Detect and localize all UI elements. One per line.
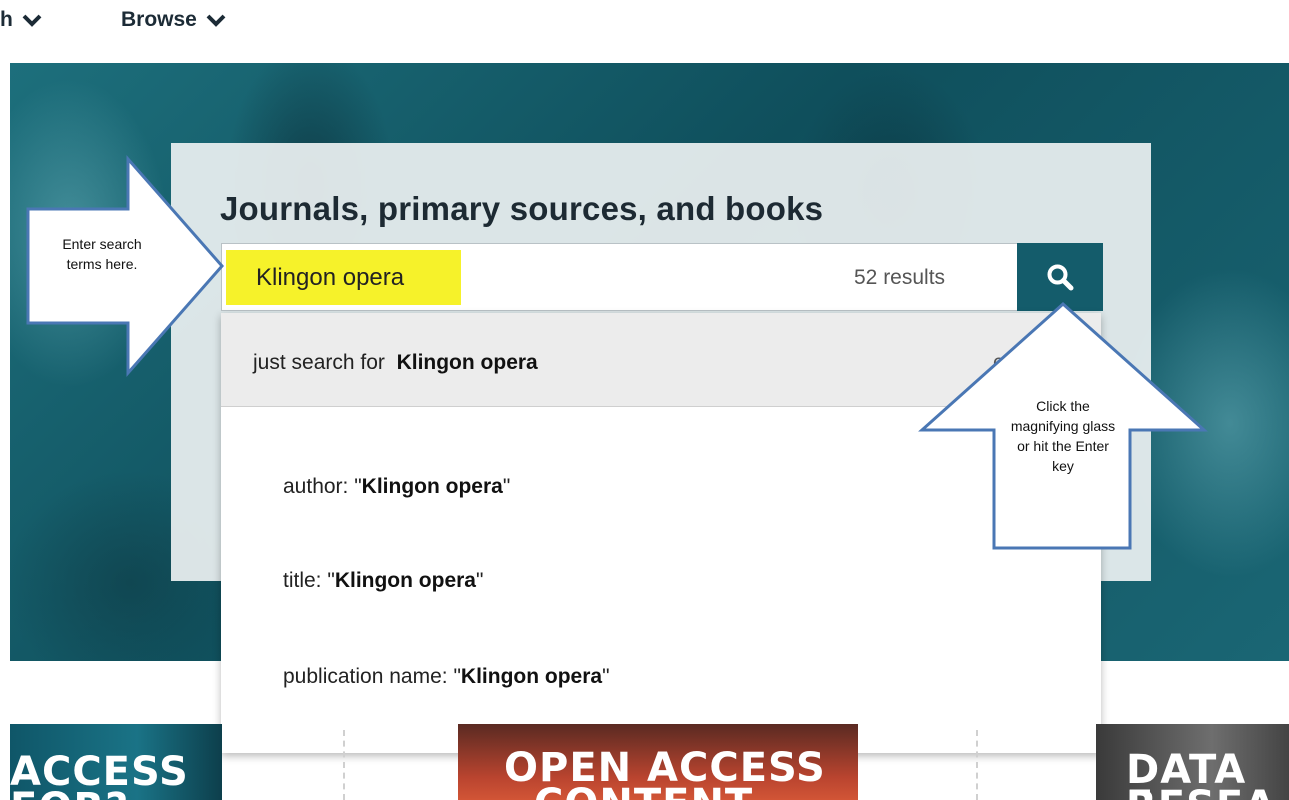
tile-title-line2: CONTENT (534, 784, 753, 800)
callout-click-magnifying-glass: Click the magnifying glass or hit the En… (1010, 398, 1116, 474)
tile-divider (976, 730, 978, 800)
promo-tile-open-access[interactable]: OPEN ACCESS CONTENT (458, 724, 858, 800)
suggestion-label: just search for Klingon opera (253, 351, 538, 375)
tile-divider (343, 730, 345, 800)
result-count: 52 results (854, 266, 946, 289)
promo-tile-access[interactable]: ACCESS FOR? (10, 724, 222, 800)
suggestion-suffix: " (502, 475, 511, 498)
magnifying-glass-icon (1047, 264, 1074, 291)
tile-title-line2: FOR? (10, 788, 129, 800)
suggestion-term: Klingon opera (334, 569, 476, 592)
chevron-down-icon (22, 14, 42, 27)
nav-browse-menu[interactable]: Browse (121, 8, 226, 32)
promo-tile-data-research[interactable]: DATA F RESEA (1096, 724, 1289, 800)
nav-browse-label: Browse (121, 8, 197, 31)
nav-search-label: h (0, 8, 13, 31)
page-title: Journals, primary sources, and books (220, 190, 824, 227)
suggestion-prefix: author: " (283, 475, 362, 498)
suggestion-term: Klingon opera (460, 665, 603, 688)
nav-search-menu[interactable]: h (0, 8, 42, 32)
suggestion-prefix: just search for (253, 351, 385, 374)
suggestion-suffix: " (475, 569, 484, 592)
suggestion-author[interactable]: author: "Klingon opera" (283, 475, 510, 499)
suggestion-suffix: " (602, 665, 610, 688)
tile-title-line2: RESEA (1126, 786, 1276, 800)
suggestion-publication-name[interactable]: publication name: "Klingon opera" (283, 665, 610, 689)
suggestion-prefix: publication name: " (283, 665, 461, 688)
callout-enter-search-terms: Enter search terms here. (62, 236, 142, 272)
search-input[interactable] (226, 250, 461, 305)
suggestion-term: Klingon opera (361, 475, 503, 498)
suggestion-title[interactable]: title: "Klingon opera" (283, 569, 483, 593)
chevron-down-icon (206, 14, 226, 27)
top-navigation: h Browse (0, 0, 1289, 46)
suggestion-term: Klingon opera (396, 351, 538, 374)
suggestion-prefix: title: " (283, 569, 335, 592)
